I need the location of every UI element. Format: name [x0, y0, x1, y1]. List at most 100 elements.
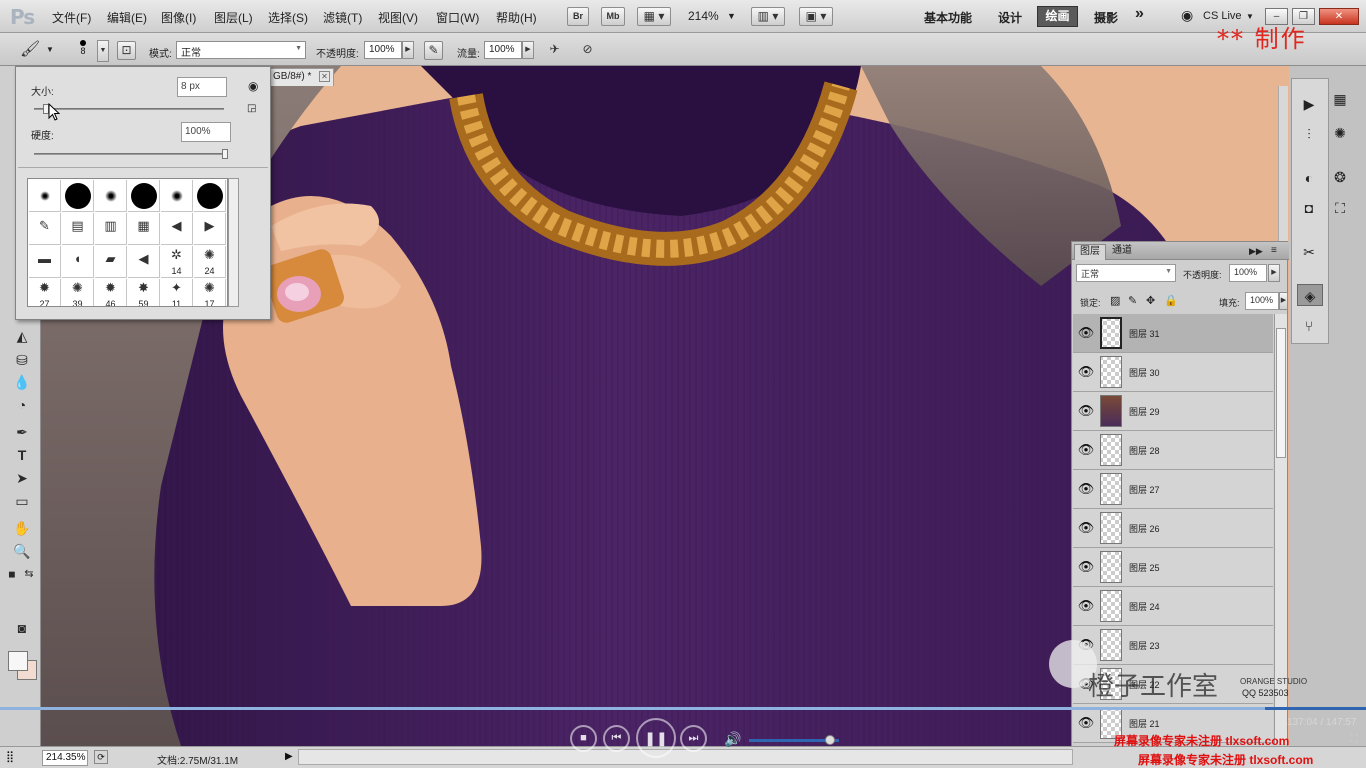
brush-preset[interactable]: ✺ 39 — [62, 279, 94, 306]
brush-grid-scrollbar[interactable] — [228, 178, 239, 307]
blur-tool-icon[interactable]: 💧 — [11, 372, 33, 392]
visibility-eye-icon[interactable]: 👁 — [1077, 324, 1095, 342]
brush-preset[interactable]: ✹ 46 — [95, 279, 127, 306]
status-menu-icon[interactable]: ⟳ — [94, 750, 108, 764]
zoom-level[interactable]: 214% — [688, 9, 719, 23]
cslive-icon[interactable]: ◉ — [1181, 7, 1193, 24]
view-extras-button[interactable]: ▦ ▾ — [637, 7, 671, 26]
brush-panel-toggle-icon[interactable]: ⊡ — [117, 41, 136, 60]
status-arrow-icon[interactable]: ▶ — [285, 751, 293, 762]
workspace-photography[interactable]: 摄影 — [1094, 9, 1118, 26]
flow-slider-button[interactable]: ▶ — [522, 41, 534, 59]
hardness-slider-thumb[interactable] — [222, 149, 228, 159]
layer-row[interactable]: 👁 图层 27 — [1073, 470, 1273, 509]
pen-tool-icon[interactable]: ✒ — [11, 422, 33, 442]
collapse-panel-icon[interactable]: ▶▶ — [1244, 244, 1268, 260]
brush-preset[interactable]: ✹ 27 — [29, 279, 61, 306]
brush-preset[interactable]: ◖ — [62, 246, 94, 278]
opacity-slider-button[interactable]: ▶ — [402, 41, 414, 59]
video-progress-bar[interactable] — [0, 707, 1366, 710]
next-button[interactable]: ⏭ — [680, 725, 707, 752]
menu-image[interactable]: 图像(I) — [161, 9, 196, 26]
layer-row[interactable]: 👁 图层 29 — [1073, 392, 1273, 431]
flow-input[interactable]: 100% — [484, 41, 522, 59]
visibility-eye-icon[interactable]: 👁 — [1077, 402, 1095, 420]
tool-preset-dropdown-icon[interactable]: ▼ — [46, 45, 54, 54]
workspace-painting[interactable]: 绘画 — [1037, 6, 1078, 27]
brush-preset[interactable]: ✲ 14 — [161, 246, 193, 278]
brush-tool-preset-icon[interactable]: 🖌 — [20, 41, 40, 60]
arrange-documents-button[interactable]: ▥ ▾ — [751, 7, 785, 26]
swap-colors-icon[interactable]: ⇆ — [22, 564, 36, 584]
lock-image-icon[interactable]: ✎ — [1128, 294, 1137, 307]
tablet-opacity-pressure-icon[interactable]: ✎ — [424, 41, 443, 60]
menu-filter[interactable]: 滤镜(T) — [323, 9, 362, 26]
size-input[interactable]: 8 px — [177, 77, 227, 97]
actions-icon[interactable]: ▶ — [1298, 93, 1320, 115]
brush-preset[interactable]: ✎ — [29, 213, 61, 245]
document-tab-close-icon[interactable]: ✕ — [319, 71, 330, 82]
adjustments-icon[interactable]: ◐ — [1298, 167, 1320, 189]
visibility-eye-icon[interactable]: 👁 — [1077, 558, 1095, 576]
visibility-eye-icon[interactable]: 👁 — [1077, 441, 1095, 459]
brush-preset[interactable] — [128, 180, 160, 212]
document-tab[interactable]: GB/8#) * ✕ — [270, 68, 334, 86]
previous-button[interactable]: ⏮ — [603, 725, 630, 752]
visibility-eye-icon[interactable]: 👁 — [1077, 363, 1095, 381]
visibility-eye-icon[interactable]: 👁 — [1077, 519, 1095, 537]
layer-row[interactable]: 👁 图层 31 — [1073, 314, 1273, 353]
size-slider[interactable] — [34, 104, 224, 114]
picker-menu-icon[interactable]: ◉ — [248, 79, 258, 93]
brush-preset[interactable]: ✺ 24 — [194, 246, 226, 278]
type-tool-icon[interactable]: T — [11, 445, 33, 465]
visibility-eye-icon[interactable]: 👁 — [1077, 714, 1095, 732]
navigator-icon[interactable]: ✺ — [1329, 122, 1351, 144]
lock-transparent-icon[interactable]: ▨ — [1110, 294, 1120, 307]
layer-row[interactable]: 👁 图层 28 — [1073, 431, 1273, 470]
brush-preset[interactable]: ▥ — [95, 213, 127, 245]
fill-input[interactable]: 100% — [1245, 292, 1279, 310]
tablet-size-pressure-icon[interactable]: ⊘ — [578, 41, 597, 60]
window-close-button[interactable]: ✕ — [1319, 8, 1359, 25]
hand-tool-icon[interactable]: ✋ — [11, 518, 33, 538]
bridge-button[interactable]: Br — [567, 7, 589, 26]
brush-preset[interactable] — [161, 180, 193, 212]
visibility-eye-icon[interactable]: 👁 — [1077, 597, 1095, 615]
menu-help[interactable]: 帮助(H) — [496, 9, 537, 26]
swatches-icon[interactable]: ▦ — [1329, 88, 1351, 110]
panel-menu-icon[interactable]: ≡ — [1266, 244, 1282, 260]
dodge-tool-icon[interactable]: ◔ — [11, 395, 33, 415]
brush-preset[interactable]: ▶ — [194, 213, 226, 245]
brush-preset[interactable]: ▦ — [128, 213, 160, 245]
transform-icon[interactable]: ⛶ — [1329, 197, 1351, 219]
path-selection-tool-icon[interactable]: ➤ — [11, 468, 33, 488]
airbrush-icon[interactable]: ✈ — [545, 41, 564, 60]
quick-mask-icon[interactable]: ◙ — [11, 618, 33, 638]
color-icon[interactable]: ❂ — [1329, 166, 1351, 188]
layer-row[interactable]: 👁 图层 26 — [1073, 509, 1273, 548]
menu-edit[interactable]: 编辑(E) — [107, 9, 147, 26]
layer-row[interactable]: 👁 图层 25 — [1073, 548, 1273, 587]
menu-select[interactable]: 选择(S) — [268, 9, 308, 26]
lock-position-icon[interactable]: ✥ — [1146, 294, 1155, 307]
paths-icon[interactable]: ⑂ — [1298, 315, 1320, 337]
brush-picker-button[interactable]: 8 — [74, 38, 92, 64]
volume-slider-thumb[interactable] — [825, 735, 835, 745]
brush-preset[interactable]: ✺ 17 — [194, 279, 226, 306]
layers-scrollbar-thumb[interactable] — [1276, 328, 1286, 458]
tool-presets-icon[interactable]: ✂ — [1298, 241, 1320, 263]
brush-presets-icon[interactable]: ⫶ — [1298, 123, 1320, 145]
new-preset-icon[interactable]: ◲ — [247, 103, 256, 114]
mini-bridge-button[interactable]: Mb — [601, 7, 625, 26]
brush-preset[interactable] — [95, 180, 127, 212]
rectangle-tool-icon[interactable]: ▭ — [11, 491, 33, 511]
brush-preset[interactable]: ◀ — [128, 246, 160, 278]
tab-channels[interactable]: 通道 — [1107, 244, 1137, 260]
screen-mode-button[interactable]: ▣ ▾ — [799, 7, 833, 26]
brush-preset[interactable]: ▬ — [29, 246, 61, 278]
fill-slider-button[interactable]: ▶ — [1279, 292, 1288, 310]
brush-preset[interactable] — [194, 180, 226, 212]
layer-row[interactable]: 👁 图层 30 — [1073, 353, 1273, 392]
brush-preset[interactable] — [29, 180, 61, 212]
layers-panel-icon[interactable]: ◈ — [1297, 284, 1323, 306]
